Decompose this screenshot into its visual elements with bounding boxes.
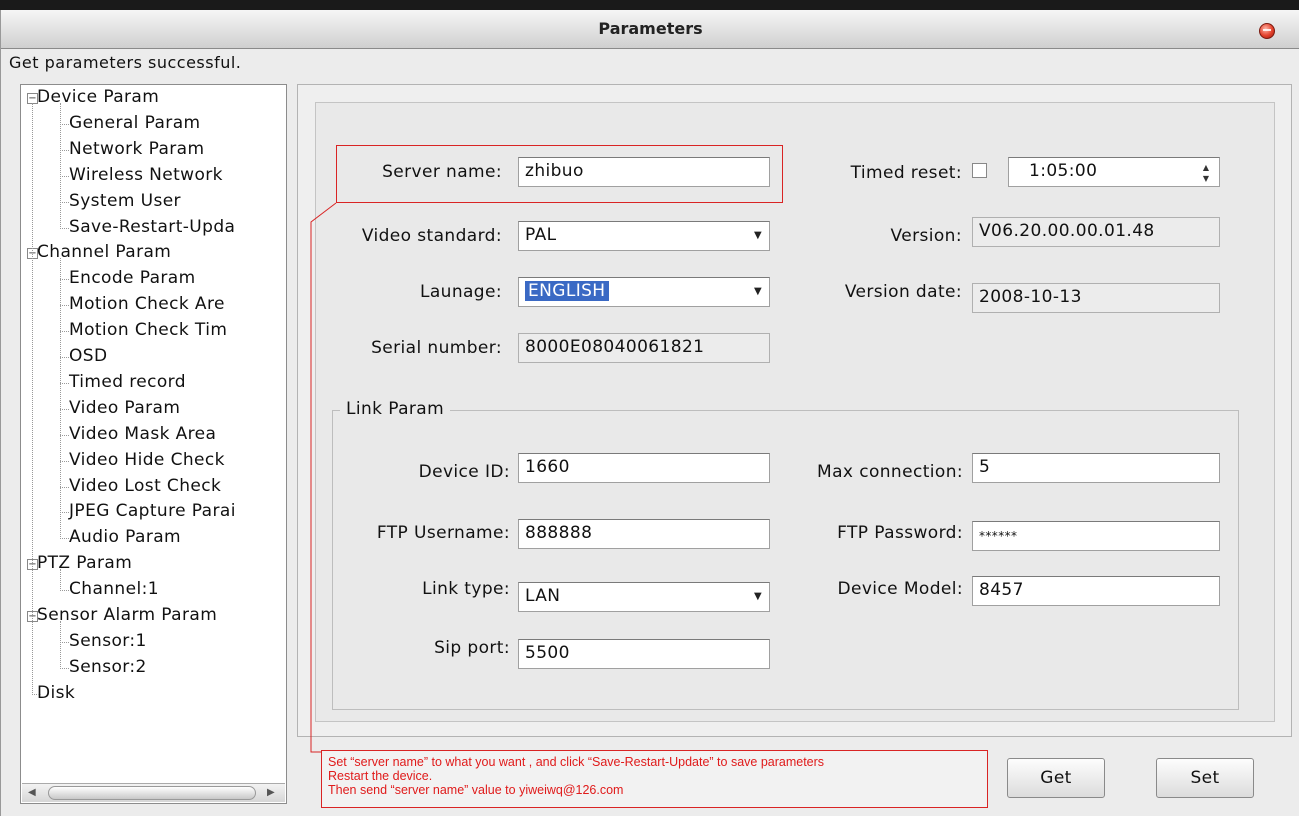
note-line: Set “server name” to what you want , and… xyxy=(328,755,825,769)
set-button[interactable]: Set xyxy=(1156,758,1254,798)
instruction-note: Set “server name” to what you want , and… xyxy=(321,750,988,808)
note-line: Restart the device. xyxy=(328,769,433,783)
annotation-connector xyxy=(310,202,337,753)
note-line: Then send “server name” value to yiweiwq… xyxy=(328,783,624,797)
get-button[interactable]: Get xyxy=(1007,758,1105,798)
